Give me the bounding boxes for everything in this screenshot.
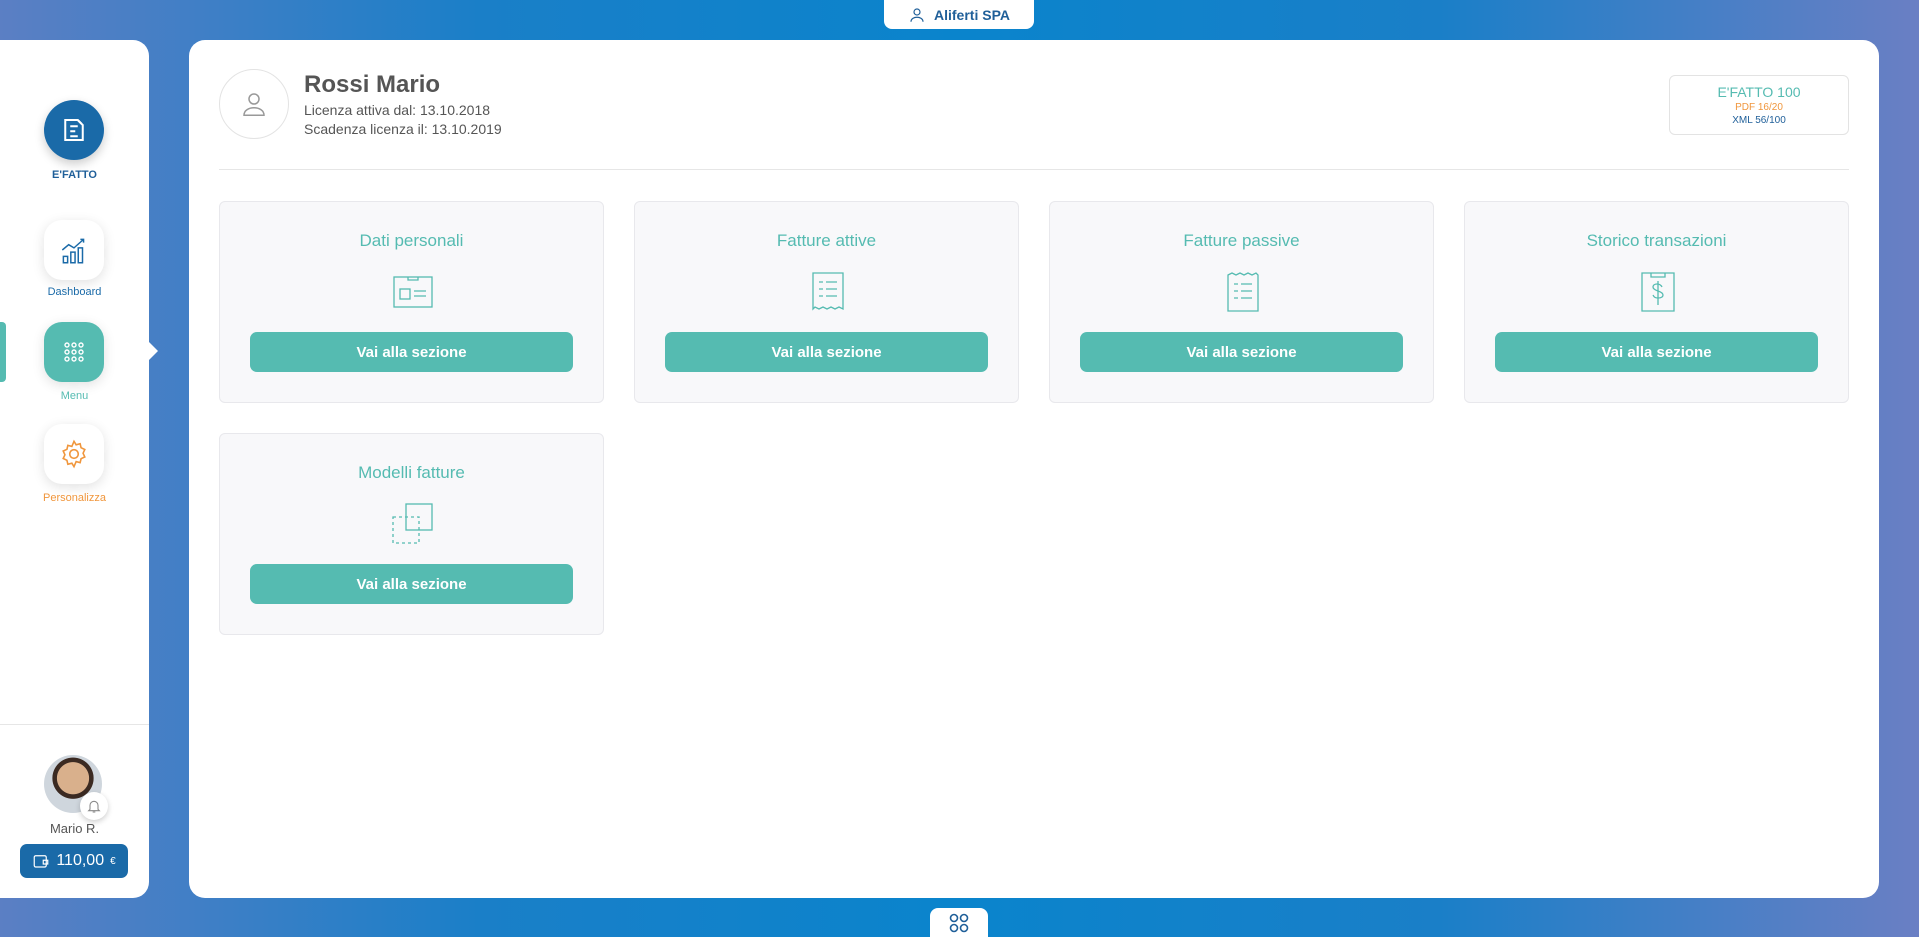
plan-pdf-usage: PDF 16/20 [1735,102,1783,113]
card-modelli-fatture: Modelli fatture Vai alla sezione [219,433,604,635]
wallet-amount: 110,00 [56,852,105,869]
notifications-button[interactable] [80,792,108,820]
menu-button[interactable] [44,322,104,382]
user-icon [910,7,924,22]
profile-avatar[interactable] [219,69,289,139]
personalizza-button[interactable] [44,424,104,484]
card-go-button[interactable]: Vai alla sezione [665,332,988,372]
company-name: Aliferti SPA [934,6,1010,23]
wallet-currency: € [110,855,116,867]
sidebar: E'FATTO Dashboard Menu Personalizza Mari… [0,40,149,898]
card-title: Fatture attive [776,231,877,250]
menu-label: Menu [60,390,89,402]
efatto-logo-icon [64,119,84,141]
user-name: Mario R. [49,821,100,836]
sidebar-divider [0,724,149,725]
apps-tab[interactable] [930,908,988,937]
card-title: Storico transazioni [1586,231,1727,250]
bell-icon [87,800,101,813]
receipt-dollar-icon [1637,271,1679,313]
card-title: Fatture passive [1183,231,1300,250]
active-marker [0,322,6,382]
card-storico-transazioni: Storico transazioni Vai alla sezione [1464,201,1849,403]
company-tab[interactable]: Aliferti SPA [884,0,1034,29]
invoice-icon [807,271,849,313]
brand-label: E'FATTO [52,169,97,181]
user-placeholder-icon [243,93,265,116]
card-go-button[interactable]: Vai alla sezione [250,332,573,372]
gear-icon [62,439,86,469]
plan-title: E'FATTO 100 [1717,84,1801,100]
dashboard-label: Dashboard [47,286,102,298]
card-go-button[interactable]: Vai alla sezione [1495,332,1818,372]
efatto-logo-button[interactable] [44,100,104,160]
personalizza-label: Personalizza [43,492,106,504]
card-fatture-passive: Fatture passive Vai alla sezione [1049,201,1434,403]
apps-icon [949,913,969,932]
grid-icon [64,342,84,362]
plan-box[interactable]: E'FATTO 100 PDF 16/20 XML 56/100 [1669,75,1849,135]
card-title: Dati personali [359,231,464,250]
license-expiry: Scadenza licenza il: 13.10.2019 [304,121,502,137]
card-title: Modelli fatture [358,463,465,482]
copy-icon [392,503,434,545]
plan-xml-usage: XML 56/100 [1732,115,1786,126]
card-fatture-attive: Fatture attive Vai alla sezione [634,201,1019,403]
header-divider [219,169,1849,170]
invoice-icon [1222,271,1264,313]
chart-icon [61,238,85,264]
profile-name: Rossi Mario [304,71,441,98]
card-go-button[interactable]: Vai alla sezione [1080,332,1403,372]
card-go-button[interactable]: Vai alla sezione [250,564,573,604]
card-dati-personali: Dati personali Vai alla sezione [219,201,604,403]
dashboard-button[interactable] [44,220,104,280]
wallet-balance[interactable]: 110,00 € [20,844,128,878]
wallet-icon [33,855,49,868]
sidebar-pointer [148,341,158,361]
main-panel: Rossi Mario Licenza attiva dal: 13.10.20… [189,40,1879,898]
id-card-icon [392,271,434,313]
license-active: Licenza attiva dal: 13.10.2018 [304,102,491,118]
